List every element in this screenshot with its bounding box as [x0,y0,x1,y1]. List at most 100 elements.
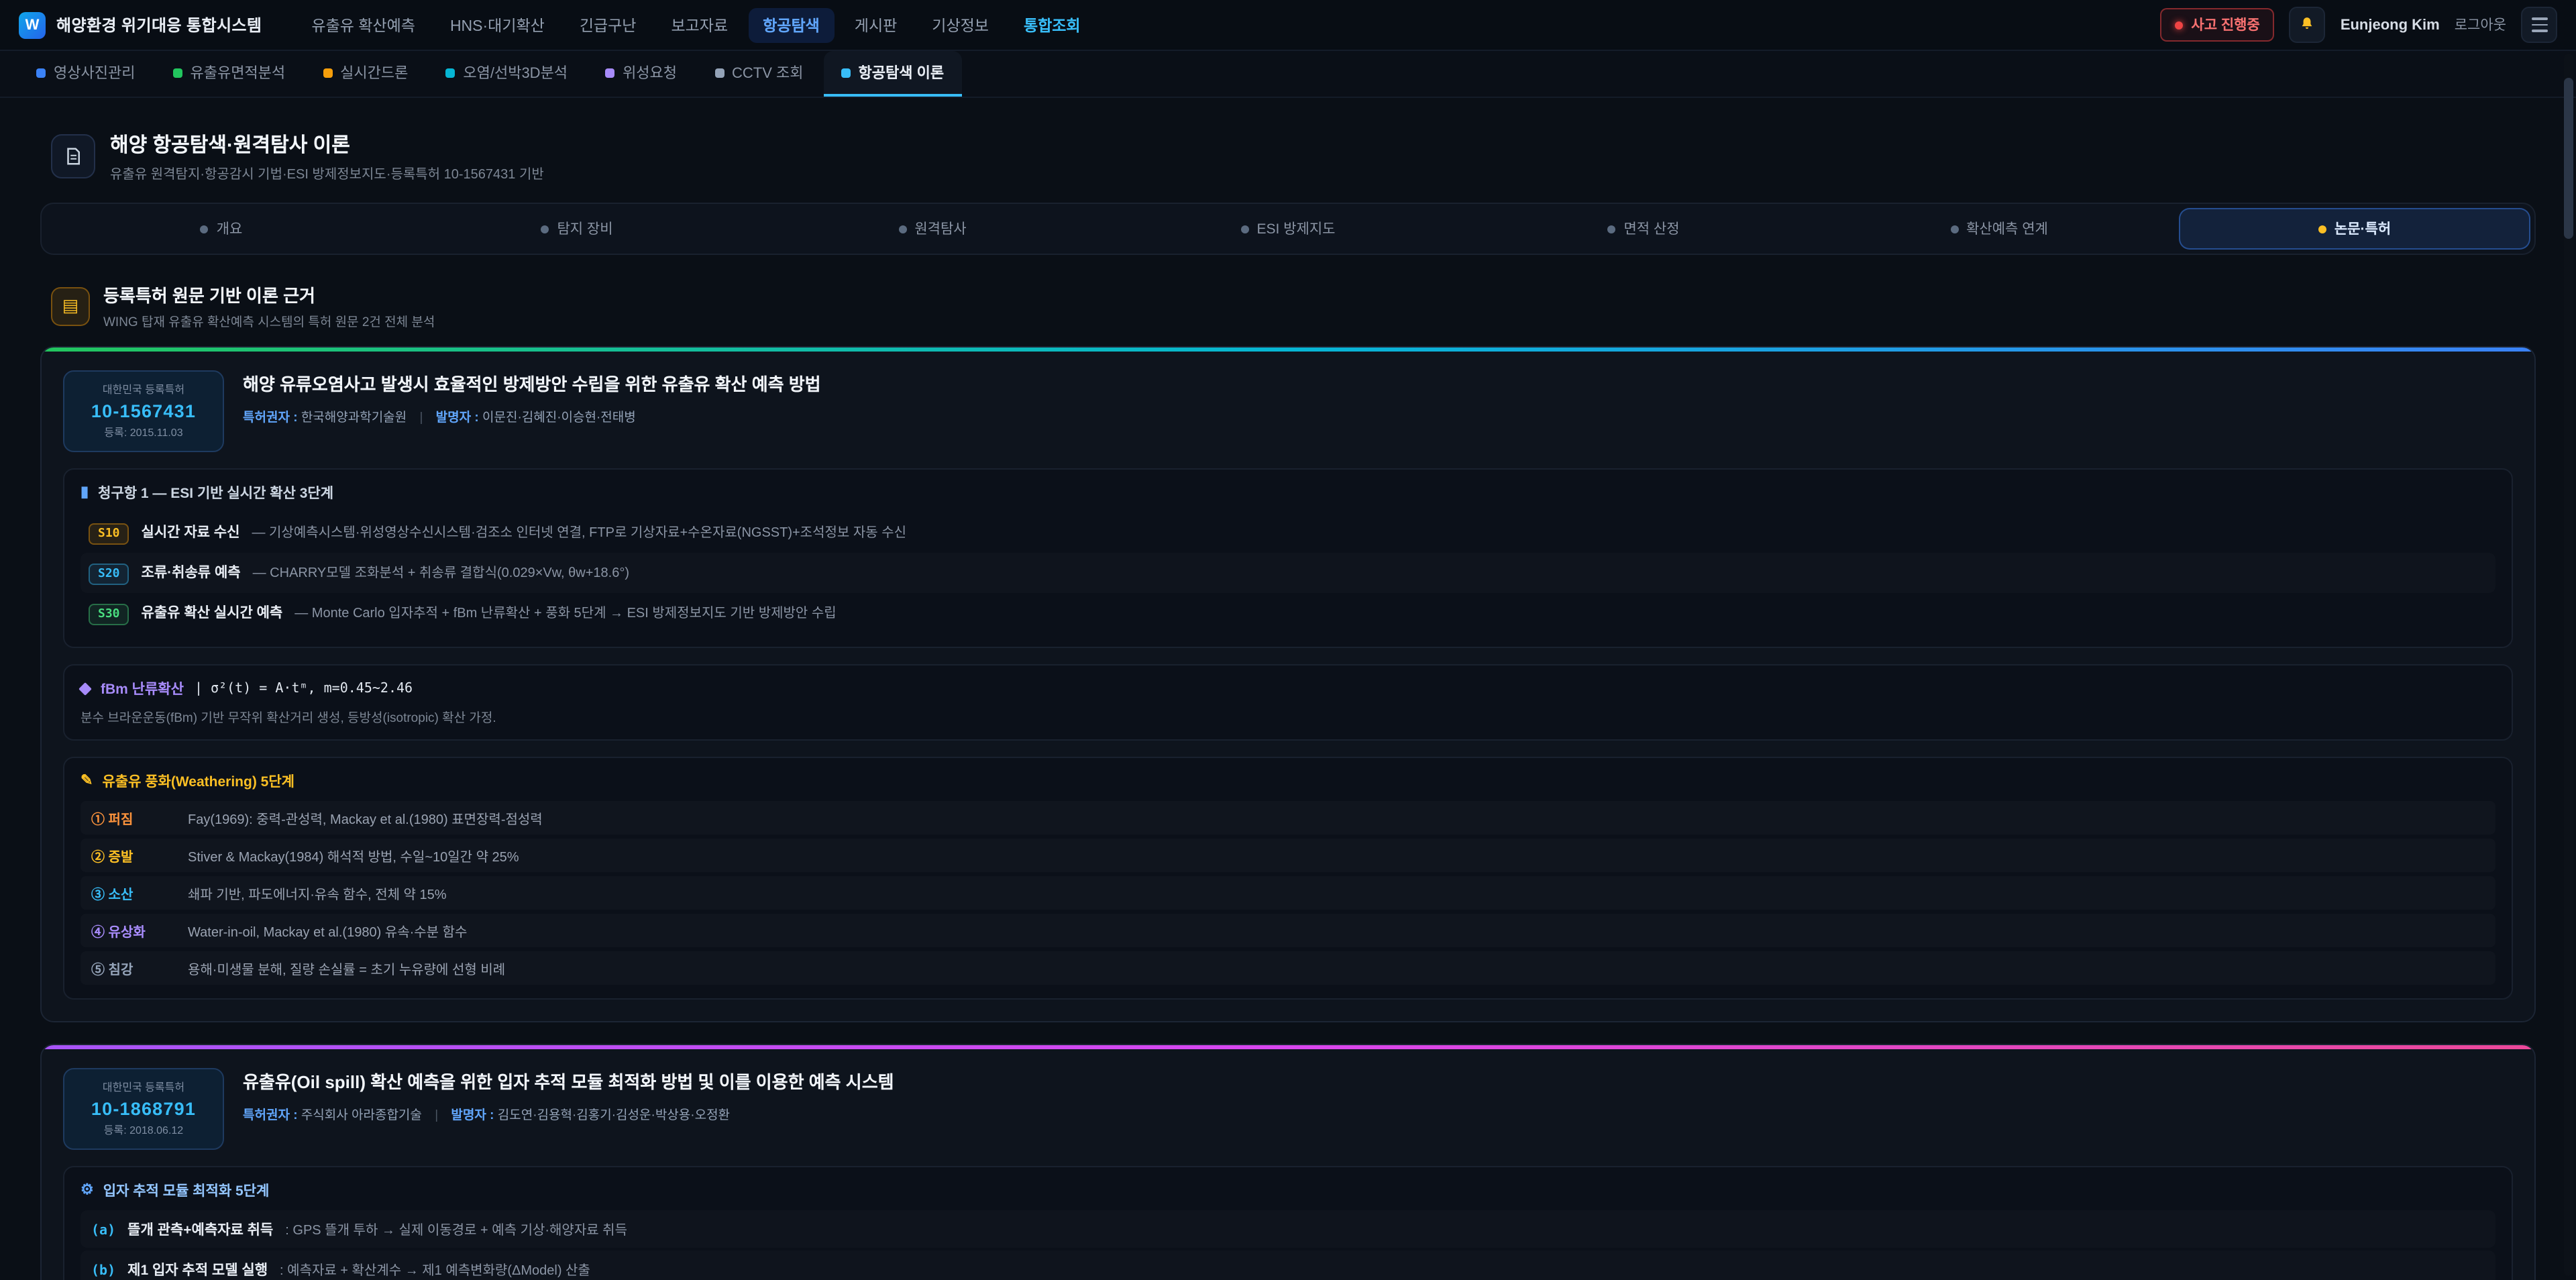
subtab-image-management[interactable]: 영상사진관리 [19,51,152,97]
optimization-step-row: (b) 제1 입자 추적 모델 실행 : 예측자료 + 확산계수 → 제1 예측… [80,1250,2496,1280]
overview-icon [201,225,209,233]
inventors-label: 발명자 : [436,410,479,425]
patent-header: 대한민국 등록특허 10-1567431 등록: 2015.11.03 해양 유… [63,370,2513,452]
patent-title: 유출유(Oil spill) 확산 예측을 위한 입자 추적 모듈 최적화 방법… [243,1068,894,1094]
remote-sensing-icon [898,225,906,233]
weathering-title: 유출유 풍화(Weathering) 5단계 [102,771,294,792]
theory-tabs: 개요 탐지 장비 원격탐사 ESI 방제지도 면적 산정 확산예측 연계 논문·… [40,203,2536,255]
satellite-icon [605,68,614,77]
inventors-label: 발명자 : [451,1108,494,1122]
patent-number-badge: 대한민국 등록특허 10-1868791 등록: 2018.06.12 [63,1068,224,1150]
step-badge: (a) [91,1224,115,1238]
wing-logo-icon: W [19,11,46,38]
tab-remote-sensing[interactable]: 원격탐사 [757,208,1108,250]
weathering-row: ③ 소산 쇄파 기반, 파도에너지·유속 함수, 전체 약 15% [80,876,2496,910]
book-icon: ▤ [51,286,90,325]
weathering-stage-label: ④ 유상화 [91,920,174,941]
cctv-icon [714,68,724,77]
fbm-formula: | σ²(t) = A·tᵐ, m=0.45~2.46 [195,682,413,696]
owner-value: 주식회사 아라종합기술 [301,1108,422,1122]
brand: W 해양환경 위기대응 통합시스템 [19,11,262,38]
tab-esi-map[interactable]: ESI 방제지도 [1112,208,1464,250]
step-label: 실시간 자료 수신 [142,522,240,542]
claim-step-row: S30 유출유 확산 실시간 예측 — Monte Carlo 입자추적 + f… [80,593,2496,633]
step-desc: — Monte Carlo 입자추적 + fBm 난류확산 + 풍화 5단계 →… [294,601,836,621]
link-icon [1950,225,1958,233]
subtab-label: CCTV 조회 [732,62,804,83]
tab-papers-patents[interactable]: 논문·특허 [2179,208,2530,250]
step-desc: : 예측자료 + 확산계수 → 제1 예측변화량(ΔModel) 산출 [280,1259,590,1279]
gear-icon: ⚙ [80,1183,94,1198]
papers-icon [2318,225,2326,233]
vertical-scrollbar[interactable] [2564,54,2573,1276]
nav-item-emergency-rescue[interactable]: 긴급구난 [565,7,651,42]
app-title: 해양환경 위기대응 통합시스템 [56,13,262,36]
subtab-cctv-view[interactable]: CCTV 조회 [697,51,821,97]
weathering-row: ② 증발Stiver & Mackay(1984) 해석적 방법, 수일~10일… [80,839,2496,872]
weathering-stage-label: ③ 소산 [91,883,174,903]
step-label: 유출유 확산 실시간 예측 [142,602,283,623]
nav-item-reports[interactable]: 보고자료 [656,7,743,42]
weathering-stage-desc: 쇄파 기반, 파도에너지·유속 함수, 전체 약 15% [188,883,447,903]
nav-item-board[interactable]: 게시판 [840,7,912,42]
tab-detection-equipment[interactable]: 탐지 장비 [401,208,753,250]
section-header: ▤ 등록특허 원문 기반 이론 근거 WING 탑재 유출유 확산예측 시스템의… [51,282,2525,330]
patent-number-badge: 대한민국 등록특허 10-1567431 등록: 2015.11.03 [63,370,224,452]
incident-status-badge[interactable]: 사고 진행중 [2160,8,2274,42]
scrollbar-thumb[interactable] [2564,78,2573,239]
app-root: W 해양환경 위기대응 통합시스템 유출유 확산예측 HNS·대기확산 긴급구난… [0,0,2576,1280]
nav-item-integrated-search[interactable]: 통합조회 [1009,7,1095,42]
subtab-label: 위성요청 [623,62,677,83]
subtab-satellite-request[interactable]: 위성요청 [588,51,694,97]
subtab-label: 오염/선박3D분석 [463,62,568,83]
tab-label: 논문·특허 [2334,219,2391,239]
pencil-icon: ✎ [80,774,93,789]
patent-meta: 특허권자 : 한국해양과학기술원 | 발명자 : 이문진·김혜진·이승현·전태병 [243,406,821,425]
optimization-title: 입자 추적 모듈 최적화 5단계 [103,1181,270,1201]
area-calc-icon [1607,225,1615,233]
logout-button[interactable]: 로그아웃 [2455,15,2506,35]
weathering-stage-desc: 용해·미생물 분해, 질량 손실률 = 초기 누유량에 선형 비례 [188,958,505,978]
owner-value: 한국해양과학기술원 [301,410,407,425]
subtab-aerial-search-theory[interactable]: 항공탐색 이론 [824,51,962,97]
theory-icon [841,68,851,77]
top-navbar: W 해양환경 위기대응 통합시스템 유출유 확산예측 HNS·대기확산 긴급구난… [0,0,2576,51]
sub-navbar: 영상사진관리 유출유면적분석 실시간드론 오염/선박3D분석 위성요청 CCTV… [0,51,2576,98]
hamburger-menu-button[interactable] [2521,7,2557,43]
step-desc: — 기상예측시스템·위성영상수신시스템·검조소 인터넷 연결, FTP로 기상자… [252,521,906,541]
subtab-realtime-drone[interactable]: 실시간드론 [305,51,425,97]
page-subtitle: 유출유 원격탐지·항공감시 기법·ESI 방제정보지도·등록특허 10-1567… [110,162,544,182]
weathering-stage-desc: Stiver & Mackay(1984) 해석적 방법, 수일~10일간 약 … [188,845,519,865]
section-title: 등록특허 원문 기반 이론 근거 [103,282,435,307]
topnav-right: 사고 진행중 Eunjeong Kim 로그아웃 [2160,7,2557,43]
tab-area-calculation[interactable]: 면적 산정 [1468,208,1819,250]
bell-icon [2299,16,2316,34]
owner-label: 특허권자 : [243,1108,298,1122]
main-content: 해양 항공탐색·원격탐사 이론 유출유 원격탐지·항공감시 기법·ESI 방제정… [0,98,2576,1280]
patent-title: 해양 유류오염사고 발생시 효율적인 방제방안 수립을 위한 유출유 확산 예측… [243,370,821,396]
tab-label: 확산예측 연계 [1966,219,2048,239]
step-desc: — CHARRY모델 조화분석 + 취송류 결합식(0.029×Vw, θw+1… [253,561,629,581]
nav-item-weather[interactable]: 기상정보 [917,7,1004,42]
document-icon [51,134,95,178]
tab-label: 탐지 장비 [557,219,612,239]
nav-item-spill-prediction[interactable]: 유출유 확산예측 [297,7,430,42]
tab-label: ESI 방제지도 [1257,219,1336,239]
step-label: 조류·취송류 예측 [142,562,241,582]
patent-reg-date: 등록: 2018.06.12 [78,1123,209,1138]
owner-label: 특허권자 : [243,410,298,425]
subtab-area-analysis[interactable]: 유출유면적분석 [155,51,303,97]
user-name[interactable]: Eunjeong Kim [2341,17,2440,33]
fbm-description: 분수 브라운운동(fBm) 기반 무작위 확산거리 생성, 등방성(isotro… [80,707,2496,726]
subtab-ship-3d-analysis[interactable]: 오염/선박3D분석 [428,51,585,97]
patent-meta: 특허권자 : 주식회사 아라종합기술 | 발명자 : 김도연·김용혁·김홍기·김… [243,1104,894,1122]
nav-item-aerial-search[interactable]: 항공탐색 [748,7,835,42]
notification-button[interactable] [2290,7,2326,43]
patent-number: 10-1567431 [78,401,209,421]
tab-overview[interactable]: 개요 [46,208,397,250]
patent-reg-date: 등록: 2015.11.03 [78,425,209,440]
subtab-label: 항공탐색 이론 [859,62,945,83]
esi-map-icon [1241,225,1249,233]
tab-prediction-link[interactable]: 확산예측 연계 [1823,208,2175,250]
nav-item-hns-diffusion[interactable]: HNS·대기확산 [435,7,559,42]
